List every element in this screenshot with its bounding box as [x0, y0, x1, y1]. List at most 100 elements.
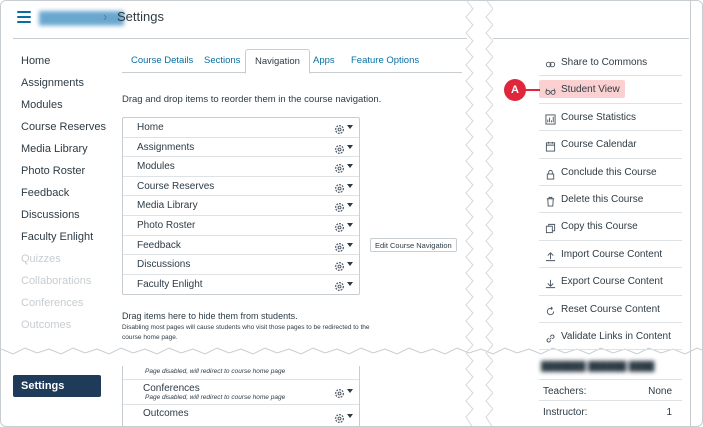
gear-icon[interactable]: [334, 240, 345, 252]
stat-key: Teachers:: [543, 386, 587, 397]
sidebar-import-course-content[interactable]: Import Course Content: [539, 241, 682, 269]
hidden-nav-list: Page disabled, will redirect to course h…: [122, 366, 360, 426]
course-nav-settings-active[interactable]: Settings: [13, 375, 101, 397]
course-nav-item-media-library[interactable]: Media Library: [21, 141, 121, 163]
sidebar-item-label: Copy this Course: [561, 221, 638, 233]
course-nav-item-feedback[interactable]: Feedback: [21, 185, 121, 207]
caret-down-icon[interactable]: [347, 222, 353, 227]
sidebar-reset-course-content[interactable]: Reset Course Content: [539, 296, 682, 323]
course-nav-item-conferences[interactable]: Conferences: [21, 295, 121, 317]
sidebar-course-statistics[interactable]: Course Statistics: [539, 104, 682, 132]
sidebar-item-label: Validate Links in Content: [561, 330, 671, 342]
nav-row-home[interactable]: Home: [123, 118, 359, 138]
caret-down-icon[interactable]: [347, 262, 353, 267]
callout-marker: A: [504, 79, 526, 101]
course-navigation: Home Assignments Modules Course Reserves Med…: [21, 53, 121, 339]
tab-course-details[interactable]: Course Details: [131, 49, 193, 73]
course-nav-item-assignments[interactable]: Assignments: [21, 75, 121, 97]
course-nav-item-modules[interactable]: Modules: [21, 97, 121, 119]
caret-down-icon[interactable]: [347, 183, 353, 188]
hamburger-menu-icon[interactable]: [17, 11, 31, 23]
caret-down-icon[interactable]: [347, 125, 353, 129]
gear-icon[interactable]: [334, 411, 345, 423]
stat-value: None: [648, 386, 672, 397]
nav-row-label: Assignments: [137, 141, 195, 153]
export-icon: [545, 276, 556, 289]
caret-down-icon[interactable]: [347, 144, 353, 149]
sidebar-delete-this-course[interactable]: Delete this Course: [539, 186, 682, 214]
gear-icon[interactable]: [334, 220, 345, 232]
sidebar-course-calendar[interactable]: Course Calendar: [539, 131, 682, 159]
nav-row-label: Course Reserves: [137, 180, 215, 192]
sidebar-share-to-commons[interactable]: Share to Commons: [539, 49, 682, 77]
nav-row-assignments[interactable]: Assignments: [123, 138, 359, 158]
caret-down-icon[interactable]: [347, 414, 353, 418]
gear-icon[interactable]: [334, 200, 345, 213]
course-nav-item-faculty-enlight[interactable]: Faculty Enlight: [21, 229, 121, 251]
trash-icon: [545, 194, 556, 207]
course-nav-item-collaborations[interactable]: Collaborations: [21, 273, 121, 295]
hidden-items-title: Drag items here to hide them from studen…: [122, 311, 298, 321]
sidebar-item-label: Delete this Course: [561, 193, 644, 205]
hidden-nav-row-partial[interactable]: Page disabled, will redirect to course h…: [123, 366, 359, 380]
nav-row-modules[interactable]: Modules: [123, 157, 359, 177]
sidebar-conclude-this-course[interactable]: Conclude this Course: [539, 159, 682, 186]
nav-row-feedback[interactable]: Feedback: [123, 236, 359, 256]
gear-icon[interactable]: [334, 386, 345, 398]
caret-down-icon[interactable]: [347, 164, 353, 169]
tab-apps[interactable]: Apps: [313, 49, 335, 73]
sidebar-item-label: Course Calendar: [561, 139, 637, 151]
gear-icon[interactable]: [334, 181, 345, 193]
nav-row-discussions[interactable]: Discussions: [123, 255, 359, 275]
nav-row-media-library[interactable]: Media Library: [123, 196, 359, 216]
course-nav-item-discussions[interactable]: Discussions: [21, 207, 121, 229]
course-nav-item-photo-roster[interactable]: Photo Roster: [21, 163, 121, 185]
course-nav-item-outcomes[interactable]: Outcomes: [21, 317, 121, 339]
nav-row-course-reserves[interactable]: Course Reserves: [123, 177, 359, 197]
caret-down-icon[interactable]: [347, 242, 353, 247]
hidden-row-label: Outcomes: [143, 408, 189, 419]
caret-down-icon[interactable]: [347, 281, 353, 286]
sidebar-student-view[interactable]: Student View: [539, 76, 682, 104]
gear-icon[interactable]: [334, 122, 345, 134]
edit-navigation-tooltip: Edit Course Navigation: [370, 238, 457, 252]
reset-icon: [545, 304, 556, 315]
tab-sections[interactable]: Sections: [204, 49, 240, 73]
sidebar-export-course-content[interactable]: Export Course Content: [539, 268, 682, 296]
caret-down-icon[interactable]: [347, 389, 353, 393]
stat-key: Instructor:: [543, 407, 588, 418]
stats-icon: [545, 112, 556, 125]
hidden-nav-row-outcomes[interactable]: Outcomes: [123, 405, 359, 426]
gear-icon[interactable]: [334, 279, 345, 291]
stat-value: 1: [666, 407, 672, 418]
gear-icon[interactable]: [334, 142, 345, 154]
hidden-nav-row-conferences[interactable]: Conferences Page disabled, will redirect …: [123, 380, 359, 405]
sidebar-item-label: Conclude this Course: [561, 166, 657, 178]
breadcrumb-course[interactable]: ██████████: [39, 11, 124, 25]
hidden-items-note: Disabling most pages will cause students…: [122, 324, 370, 341]
course-nav-item-home[interactable]: Home: [21, 53, 121, 75]
copy-icon: [545, 221, 556, 234]
sidebar-copy-this-course[interactable]: Copy this Course: [539, 213, 682, 241]
navigation-instruction: Drag and drop items to reorder them in t…: [122, 94, 382, 105]
caret-down-icon[interactable]: [347, 203, 353, 208]
course-nav-item-course-reserves[interactable]: Course Reserves: [21, 119, 121, 141]
right-border: [690, 1, 691, 426]
import-icon: [545, 249, 556, 261]
nav-row-photo-roster[interactable]: Photo Roster: [123, 216, 359, 236]
commons-icon: [545, 57, 556, 68]
sidebar-item-label: Share to Commons: [561, 57, 648, 68]
header-divider-right: [493, 38, 689, 39]
tab-navigation[interactable]: Navigation: [245, 49, 310, 74]
gear-icon[interactable]: [334, 161, 345, 174]
course-settings-sidebar: Share to Commons Student View Course Stati…: [539, 49, 682, 351]
tab-feature-options[interactable]: Feature Options: [351, 49, 419, 73]
course-nav-item-quizzes[interactable]: Quizzes: [21, 251, 121, 273]
nav-row-faculty-enlight[interactable]: Faculty Enlight: [123, 275, 359, 295]
column-tear-left: [465, 1, 493, 426]
sidebar-validate-links-in-content[interactable]: Validate Links in Content: [539, 323, 682, 351]
gear-icon[interactable]: [334, 259, 345, 272]
blurred-stat-row: ███████ ██████ ████: [541, 361, 655, 371]
callout-pointer: [526, 89, 540, 91]
page-title: Settings: [117, 9, 164, 24]
